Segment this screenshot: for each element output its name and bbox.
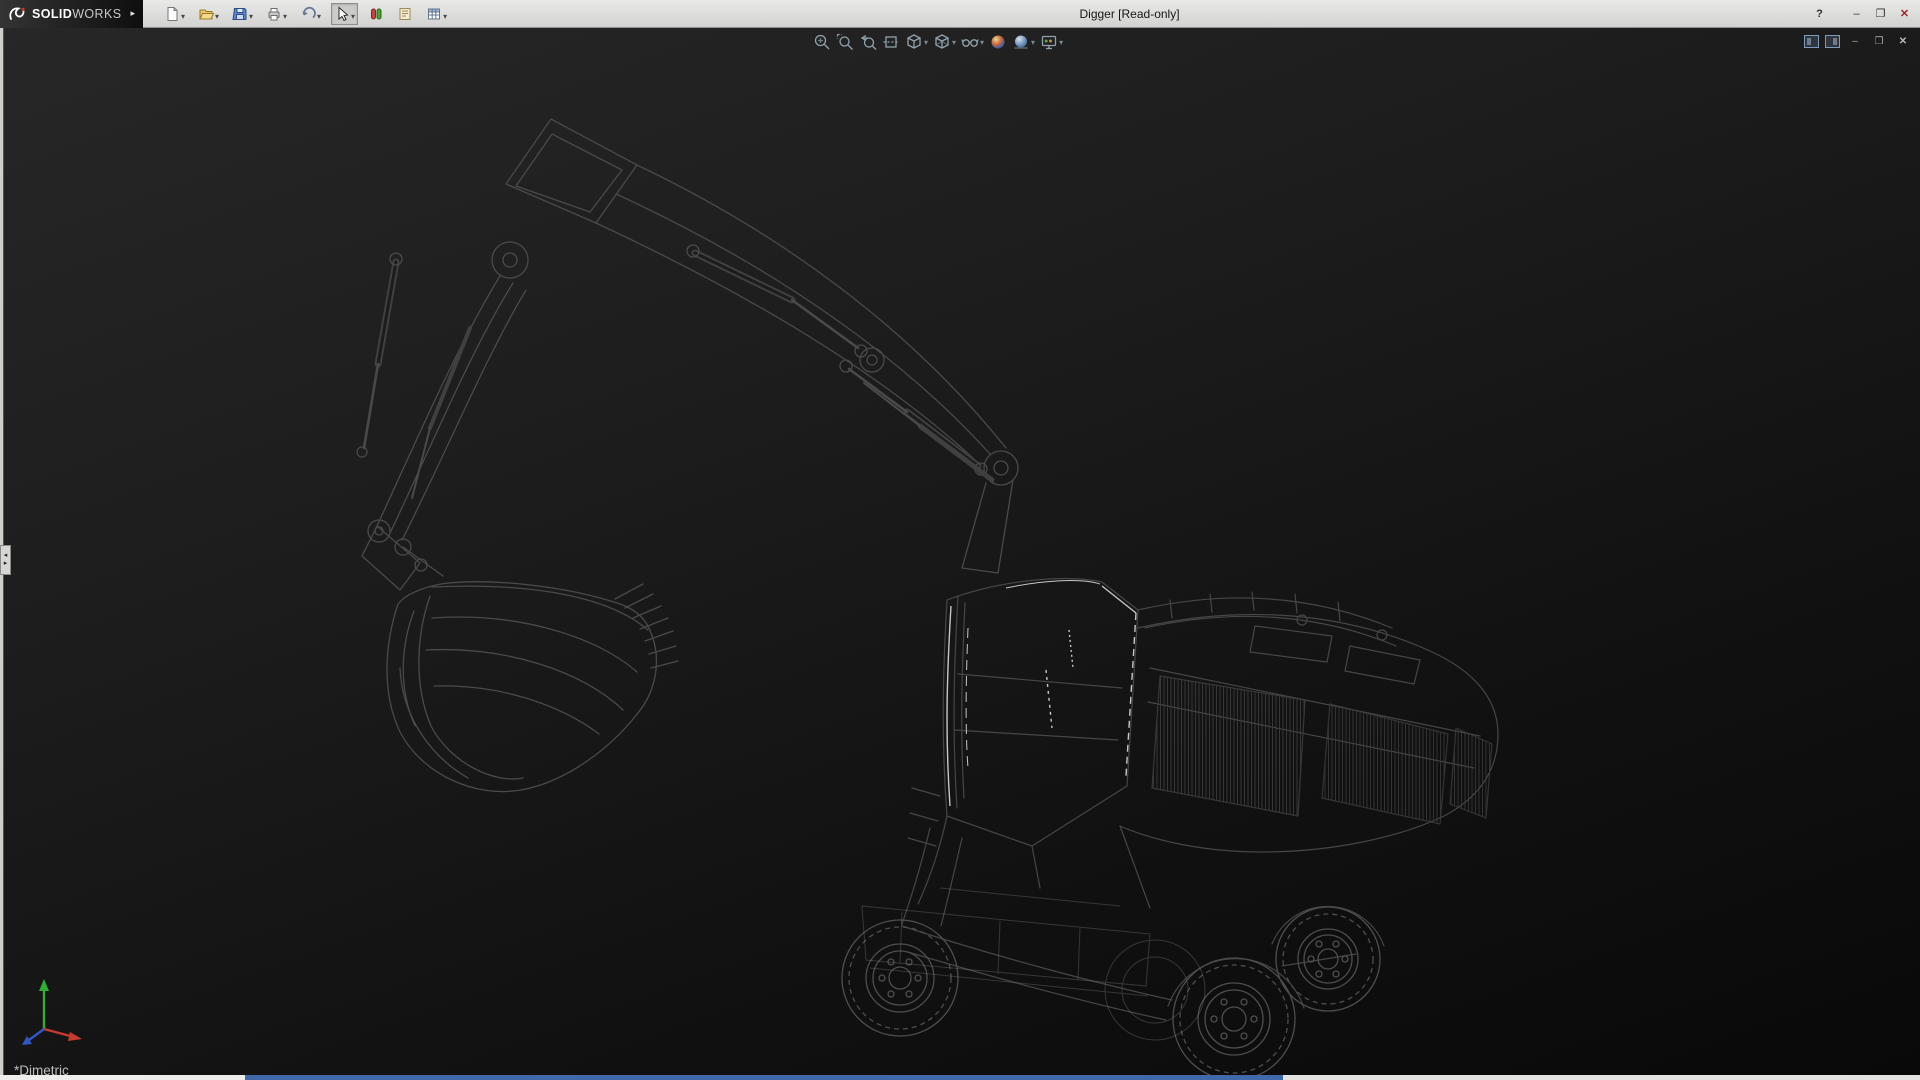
options-table-icon [426, 6, 442, 22]
model-cab-highlights [947, 581, 1136, 806]
open-button[interactable]: ▾ [195, 3, 222, 25]
view-orientation-cube-icon [905, 33, 923, 51]
right-pane-toggle-icon[interactable] [1825, 35, 1840, 48]
model-wireframe-digger[interactable] [0, 28, 1920, 1075]
dropdown-caret[interactable]: ▾ [351, 12, 355, 22]
apply-scene-button[interactable]: ▾ [1012, 33, 1035, 51]
zoom-to-area-icon [836, 33, 854, 51]
dropdown-caret[interactable]: ▾ [249, 12, 253, 22]
brand-text: SOLIDWORKS [32, 7, 121, 21]
hide-show-items-button[interactable]: ▾ [961, 33, 984, 51]
zoom-to-area-button[interactable] [836, 33, 854, 51]
view-orientation-label: *Dimetric [14, 1063, 69, 1075]
xpress-tools-icon [368, 6, 384, 22]
title-bar: SOLIDWORKS ▸ ▾ ▾ ▾ ▾ ▾ [0, 0, 1920, 28]
file-properties-button[interactable] [394, 3, 416, 25]
status-strip-right [1283, 1075, 1920, 1080]
status-strip [0, 1075, 1920, 1080]
dropdown-caret[interactable]: ▾ [952, 38, 956, 47]
document-window-controls: – ❐ ✕ [1804, 33, 1912, 49]
help-button[interactable]: ? [1809, 4, 1830, 23]
panel-splitter-tab[interactable]: ◂ ▸ [0, 545, 11, 575]
solidworks-logo: SOLIDWORKS ▸ [0, 0, 143, 28]
display-style-icon [933, 33, 951, 51]
open-folder-icon [198, 6, 214, 22]
print-button[interactable]: ▾ [263, 3, 290, 25]
document-minimize-button[interactable]: – [1846, 33, 1864, 49]
menu-expand-arrow[interactable]: ▸ [130, 8, 135, 19]
hide-show-items-glasses-icon [961, 33, 979, 51]
solidworks-window: SOLIDWORKS ▸ ▾ ▾ ▾ ▾ ▾ [0, 0, 1920, 1080]
section-view-button[interactable] [882, 33, 900, 51]
dropdown-caret[interactable]: ▾ [924, 38, 928, 47]
splitter-left-arrow-icon[interactable]: ◂ [4, 552, 8, 560]
close-button[interactable]: ✕ [1894, 4, 1915, 23]
view-settings-button[interactable]: ▾ [1040, 33, 1063, 51]
document-title: Digger [Read-only] [450, 7, 1809, 21]
document-close-button[interactable]: ✕ [1894, 33, 1912, 49]
heads-up-view-toolbar: ▾ ▾ ▾ ▾ ▾ [813, 33, 1063, 51]
minimize-button[interactable]: – [1846, 4, 1867, 23]
dropdown-caret[interactable]: ▾ [317, 12, 321, 22]
select-button[interactable]: ▾ [331, 3, 358, 25]
dropdown-caret[interactable]: ▾ [1059, 38, 1063, 47]
xpress-tools-button[interactable] [365, 3, 387, 25]
model-boom-arm[interactable] [357, 119, 1018, 590]
options-button[interactable]: ▾ [423, 3, 450, 25]
view-orientation-button[interactable]: ▾ [905, 33, 928, 51]
file-properties-icon [397, 6, 413, 22]
printer-icon [266, 6, 282, 22]
select-cursor-icon [334, 6, 350, 22]
zoom-to-fit-icon [813, 33, 831, 51]
brand-works: WORKS [72, 7, 121, 21]
model-body[interactable] [902, 579, 1498, 1020]
previous-view-icon [859, 33, 877, 51]
maximize-button[interactable]: ❐ [1870, 4, 1891, 23]
standard-toolbar: ▾ ▾ ▾ ▾ ▾ ▾ [143, 3, 450, 25]
apply-scene-sphere-icon [1012, 33, 1030, 51]
window-controls: ? – ❐ ✕ [1809, 4, 1915, 23]
new-document-icon [164, 6, 180, 22]
zoom-to-fit-button[interactable] [813, 33, 831, 51]
undo-button[interactable]: ▾ [297, 3, 324, 25]
model-wheels[interactable] [842, 907, 1380, 1075]
solidworks-logo-mark [7, 4, 27, 24]
dropdown-caret[interactable]: ▾ [1031, 38, 1035, 47]
graphics-area[interactable]: ▾ ▾ ▾ ▾ ▾ [0, 28, 1920, 1075]
new-button[interactable]: ▾ [161, 3, 188, 25]
status-strip-left [0, 1075, 245, 1080]
view-settings-icon [1040, 33, 1058, 51]
model-bucket[interactable] [387, 582, 678, 792]
save-floppy-icon [232, 6, 248, 22]
orientation-triad [8, 967, 92, 1051]
dropdown-caret[interactable]: ▾ [215, 12, 219, 22]
splitter-right-arrow-icon[interactable]: ▸ [4, 560, 8, 568]
edit-appearance-ball-icon [989, 33, 1007, 51]
undo-arrow-icon [300, 6, 316, 22]
edit-appearance-button[interactable] [989, 33, 1007, 51]
brand-solid: SOLID [32, 7, 72, 21]
taskbar-window-button[interactable] [245, 1075, 1283, 1080]
save-button[interactable]: ▾ [229, 3, 256, 25]
dropdown-caret[interactable]: ▾ [181, 12, 185, 22]
document-restore-button[interactable]: ❐ [1870, 33, 1888, 49]
left-pane-toggle-icon[interactable] [1804, 35, 1819, 48]
dropdown-caret[interactable]: ▾ [443, 12, 447, 22]
display-style-button[interactable]: ▾ [933, 33, 956, 51]
previous-view-button[interactable] [859, 33, 877, 51]
section-view-icon [882, 33, 900, 51]
dropdown-caret[interactable]: ▾ [980, 38, 984, 47]
dropdown-caret[interactable]: ▾ [283, 12, 287, 22]
